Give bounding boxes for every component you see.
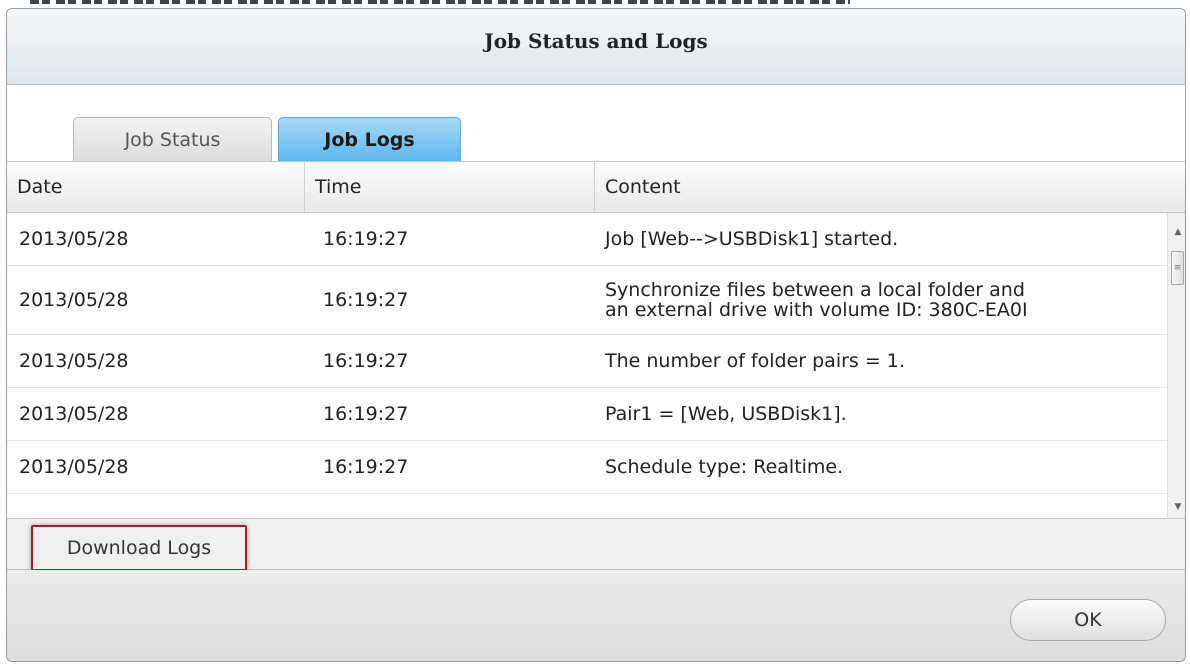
download-logs-button[interactable]: Download Logs bbox=[33, 527, 245, 569]
tab-job-logs[interactable]: Job Logs bbox=[278, 117, 461, 161]
background-page-text-strip bbox=[0, 0, 1190, 8]
cell-date: 2013/05/28 bbox=[19, 350, 129, 372]
column-header-date[interactable]: Date bbox=[7, 162, 305, 212]
cell-content-line: Pair1 = [Web, USBDisk1]. bbox=[605, 404, 847, 424]
job-status-logs-dialog: Job Status and Logs Job Status Job Logs … bbox=[6, 8, 1186, 662]
cell-date: 2013/05/28 bbox=[19, 403, 129, 425]
table-row[interactable]: 2013/05/28 16:19:27 Schedule type: Realt… bbox=[7, 441, 1167, 494]
cell-date: 2013/05/28 bbox=[19, 289, 129, 311]
cell-content: The number of folder pairs = 1. bbox=[595, 351, 1167, 371]
table-row[interactable]: 2013/05/28 16:19:27 The number of folder… bbox=[7, 335, 1167, 388]
scroll-down-arrow-icon[interactable]: ▼ bbox=[1168, 498, 1185, 516]
dialog-tabs: Job Status Job Logs bbox=[73, 117, 461, 161]
tab-job-status[interactable]: Job Status bbox=[73, 117, 272, 161]
cropped-background-text bbox=[30, 0, 850, 4]
cell-time: 16:19:27 bbox=[323, 289, 409, 311]
log-table-scrollbar[interactable]: ▲ ≡ ▼ bbox=[1167, 213, 1185, 518]
table-row[interactable]: 2013/05/28 16:19:27 Synchronize files be… bbox=[7, 266, 1167, 335]
log-table-body: 2013/05/28 16:19:27 Job [Web-->USBDisk1]… bbox=[7, 213, 1167, 518]
cell-time: 16:19:27 bbox=[323, 350, 409, 372]
log-table-header: Date Time Content bbox=[7, 161, 1185, 213]
dialog-title: Job Status and Logs bbox=[484, 28, 708, 53]
cell-time: 16:19:27 bbox=[323, 403, 409, 425]
scroll-thumb[interactable]: ≡ bbox=[1171, 251, 1184, 285]
column-header-time[interactable]: Time bbox=[305, 162, 595, 212]
cell-content-line: The number of folder pairs = 1. bbox=[605, 351, 905, 371]
cell-time: 16:19:27 bbox=[323, 456, 409, 478]
dialog-button-area bbox=[7, 570, 1185, 661]
cell-content: Schedule type: Realtime. bbox=[595, 457, 1167, 477]
scroll-grip-icon: ≡ bbox=[1173, 263, 1182, 273]
table-row[interactable]: 2013/05/28 16:19:27 Job [Web-->USBDisk1]… bbox=[7, 213, 1167, 266]
cell-date: 2013/05/28 bbox=[19, 228, 129, 250]
column-header-content[interactable]: Content bbox=[595, 162, 1185, 212]
cell-content-line: an external drive with volume ID: 380C-E… bbox=[605, 299, 1028, 320]
scroll-up-arrow-icon[interactable]: ▲ bbox=[1168, 223, 1185, 241]
cell-date: 2013/05/28 bbox=[19, 456, 129, 478]
cell-content: Pair1 = [Web, USBDisk1]. bbox=[595, 404, 1167, 424]
ok-button[interactable]: OK bbox=[1010, 599, 1166, 641]
dialog-titlebar: Job Status and Logs bbox=[7, 9, 1185, 85]
cell-content-line: Schedule type: Realtime. bbox=[605, 457, 844, 477]
cell-content-line: Job [Web-->USBDisk1] started. bbox=[605, 229, 899, 249]
cell-time: 16:19:27 bbox=[323, 228, 409, 250]
cell-content: Job [Web-->USBDisk1] started. bbox=[595, 229, 1167, 249]
table-row[interactable]: 2013/05/28 16:19:27 Pair1 = [Web, USBDis… bbox=[7, 388, 1167, 441]
cell-content-line: Synchronize files between a local folder… bbox=[605, 280, 1025, 301]
cell-content: Synchronize files between a local folder… bbox=[595, 280, 1167, 320]
